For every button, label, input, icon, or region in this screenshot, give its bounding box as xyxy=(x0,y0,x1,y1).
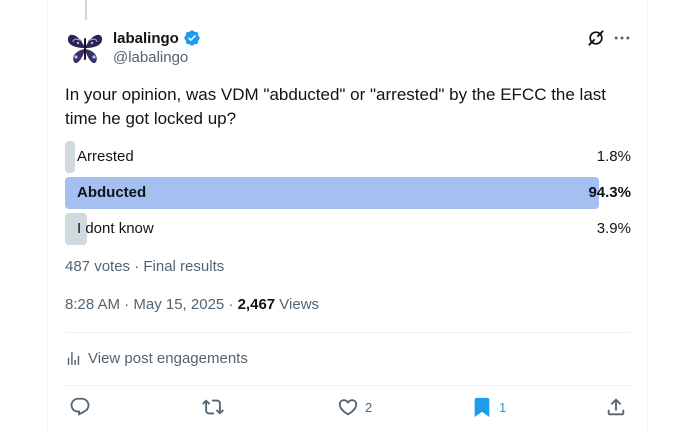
grok-icon[interactable] xyxy=(586,28,606,48)
view-engagements-link[interactable]: View post engagements xyxy=(65,350,248,367)
card-border-left xyxy=(47,0,48,432)
poll-option-label: Arrested xyxy=(77,148,134,165)
views-count: 2,467 xyxy=(237,296,276,313)
action-bar: 2 1 xyxy=(65,396,631,420)
post-text: In your opinion, was VDM "abducted" or "… xyxy=(65,85,607,128)
thread-connector-line xyxy=(85,0,87,20)
divider xyxy=(65,332,631,333)
bookmark-count: 1 xyxy=(499,399,507,415)
poll-meta: 487 votes · Final results xyxy=(65,258,225,275)
poll-option-percent: 1.8% xyxy=(596,148,631,165)
analytics-icon xyxy=(67,352,80,365)
like-button[interactable]: 2 xyxy=(337,396,372,418)
poll-option-bar xyxy=(65,141,76,173)
like-icon xyxy=(338,399,358,416)
poll-option-percent: 3.9% xyxy=(596,220,631,237)
card-border-right xyxy=(647,0,648,432)
repost-button[interactable] xyxy=(202,396,230,418)
avatar[interactable] xyxy=(65,28,105,68)
poll-option-label: I dont know xyxy=(77,220,154,237)
poll-option-percent: 94.3% xyxy=(588,184,631,201)
bookmark-button[interactable]: 1 xyxy=(471,396,506,418)
views-label: Views xyxy=(275,296,320,313)
bookmark-icon xyxy=(474,397,490,418)
like-count: 2 xyxy=(365,399,373,415)
divider xyxy=(65,385,631,386)
time-date[interactable]: 8:28 AM · May 15, 2025 · xyxy=(65,296,238,313)
reply-button[interactable] xyxy=(69,396,97,418)
repost-icon xyxy=(202,399,224,415)
poll-option: Abducted 94.3% xyxy=(65,177,631,209)
more-icon[interactable] xyxy=(612,28,632,48)
poll: Arrested 1.8% Abducted 94.3% I dont know 3.9% xyxy=(65,141,631,249)
share-icon xyxy=(607,398,625,416)
author-name[interactable]: labalingo xyxy=(113,30,179,47)
post-timestamp[interactable]: 8:28 AM · May 15, 2025 · 2,467 Views xyxy=(65,296,319,313)
reply-icon xyxy=(70,397,90,416)
share-button[interactable] xyxy=(605,396,627,418)
verified-badge-icon[interactable] xyxy=(183,29,201,47)
butterfly-avatar-icon xyxy=(65,28,105,68)
author-name-row[interactable]: labalingo xyxy=(113,29,201,47)
poll-option: Arrested 1.8% xyxy=(65,141,631,173)
view-engagements-label[interactable]: View post engagements xyxy=(88,350,248,367)
poll-option-label: Abducted xyxy=(77,184,147,201)
author-handle[interactable]: @labalingo xyxy=(113,49,188,66)
poll-option: I dont know 3.9% xyxy=(65,213,631,245)
